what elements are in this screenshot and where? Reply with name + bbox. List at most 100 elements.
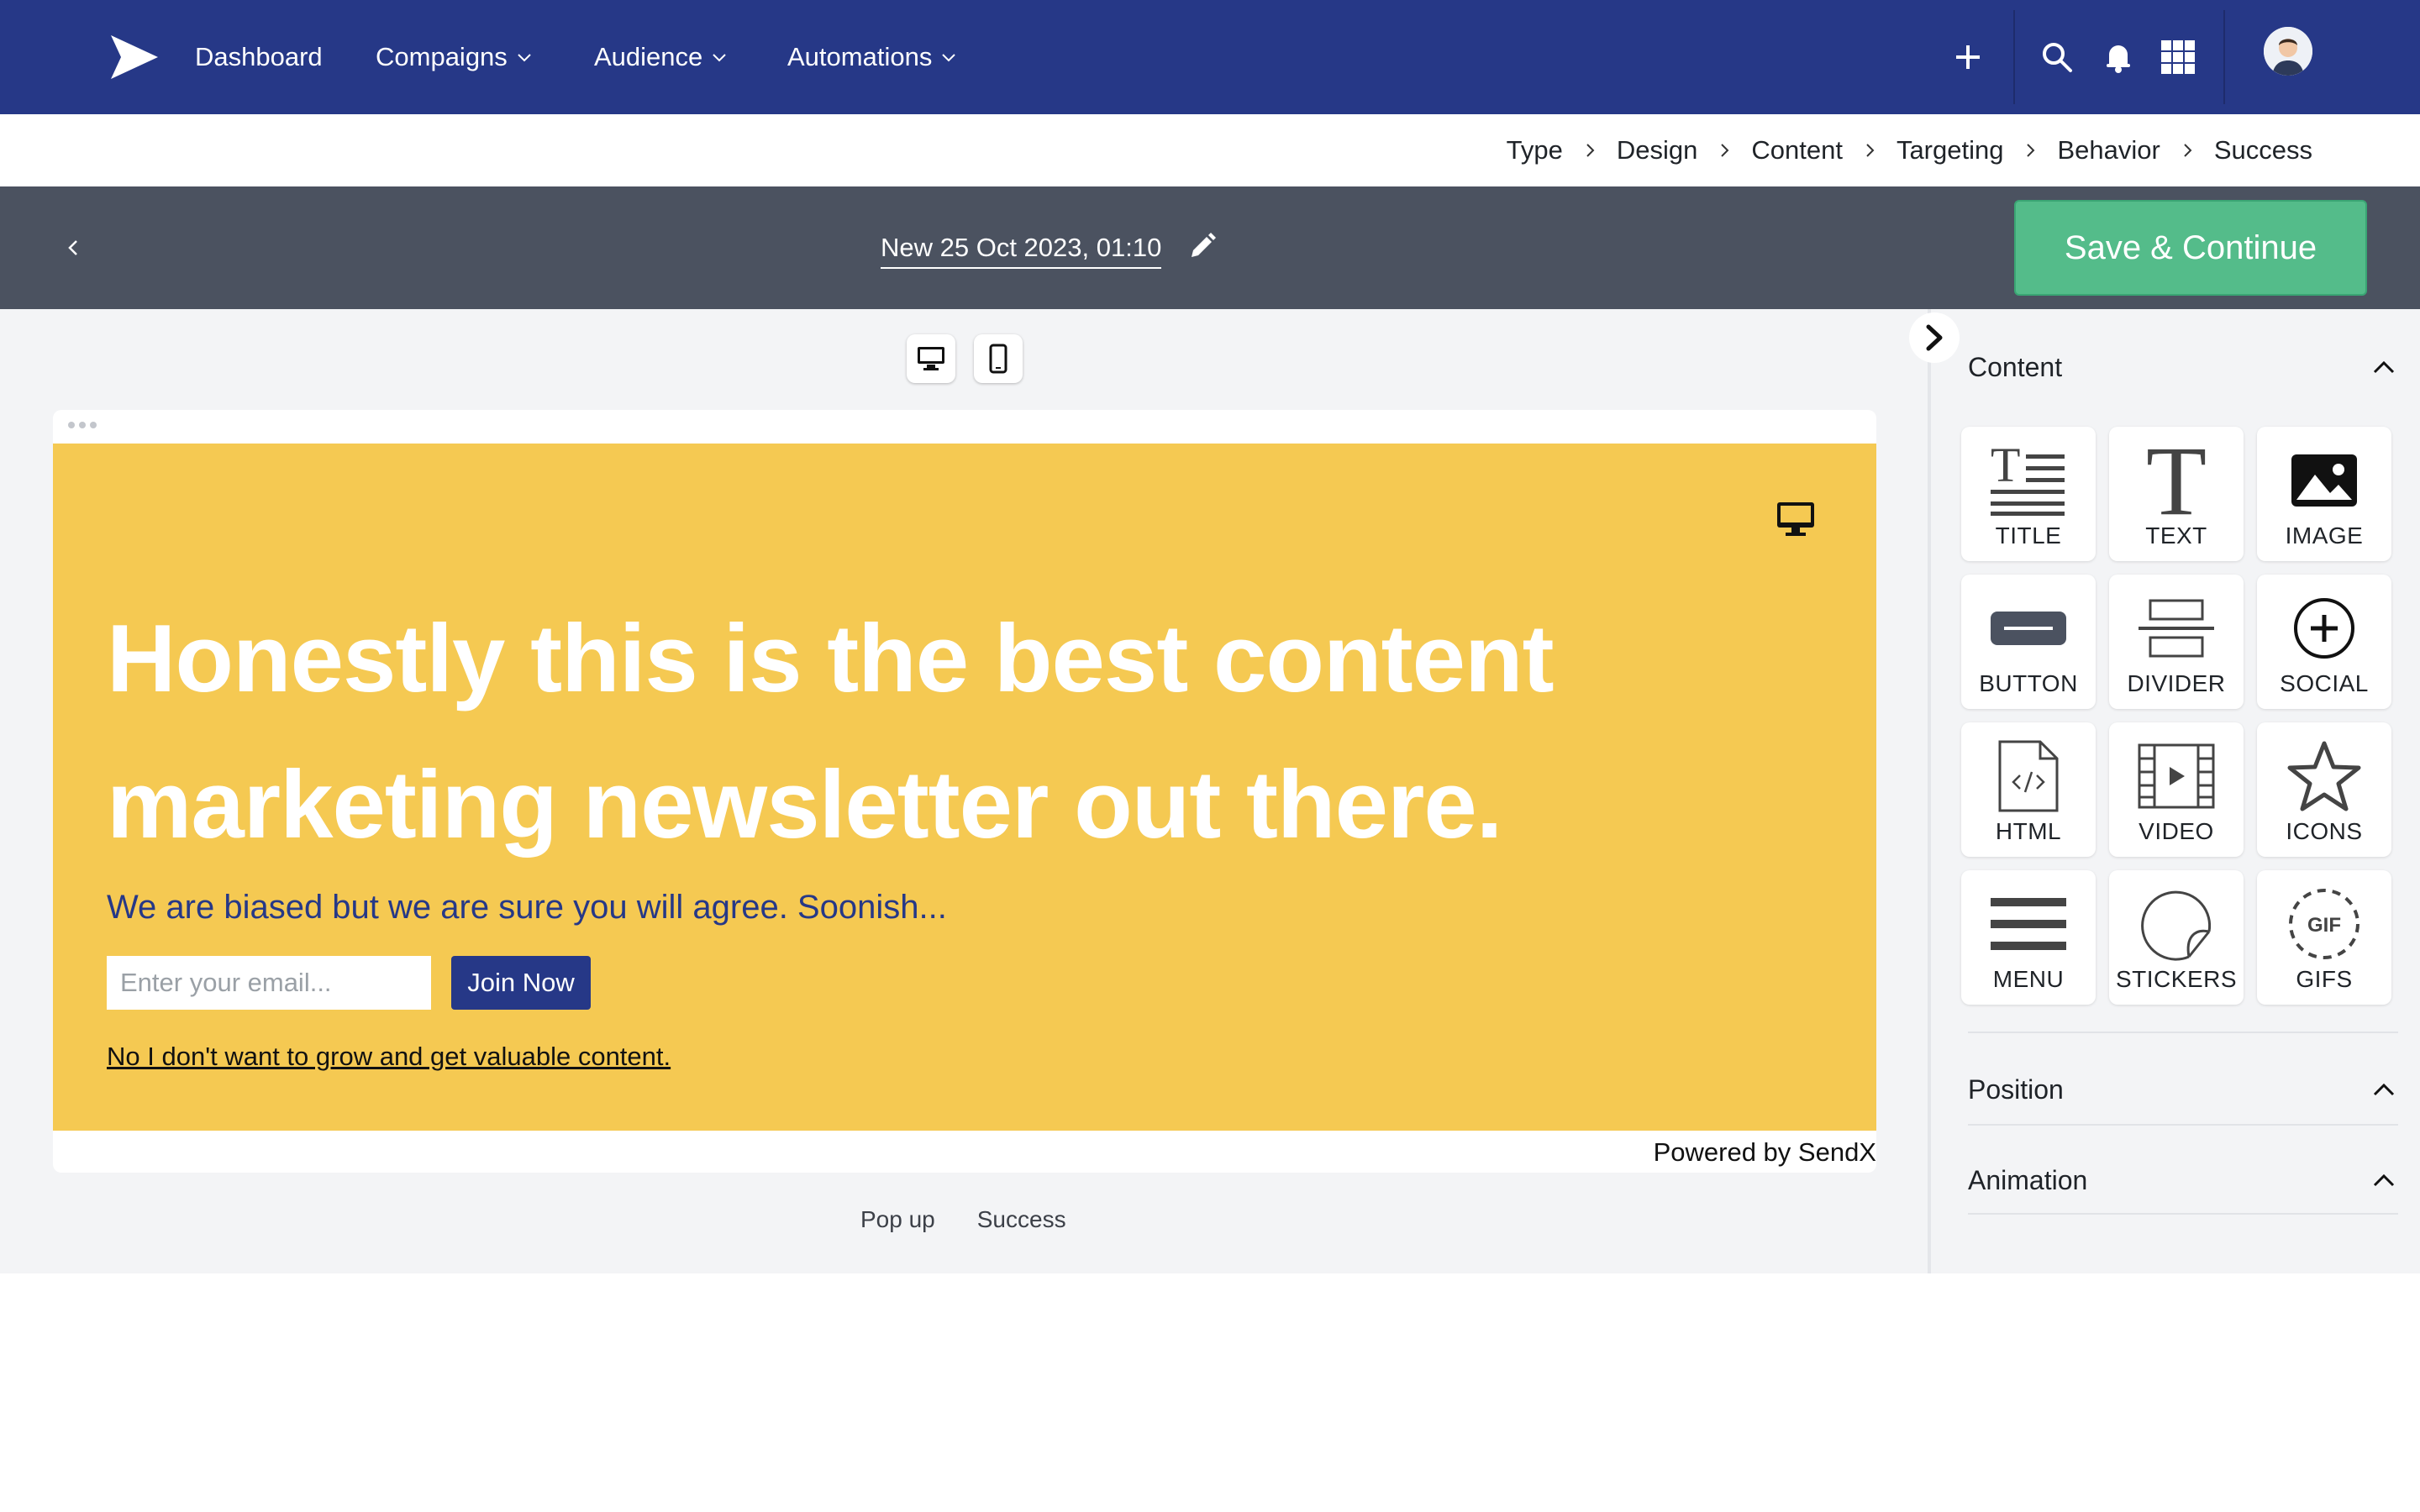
nav-audience[interactable]: Audience xyxy=(594,0,729,114)
bell-icon[interactable] xyxy=(2098,37,2139,77)
nav-divider xyxy=(2013,10,2015,104)
tile-html[interactable]: HTML xyxy=(1961,722,2096,857)
tile-divider[interactable]: DIVIDER xyxy=(2109,575,2244,709)
tile-video[interactable]: VIDEO xyxy=(2109,722,2244,857)
pencil-icon[interactable] xyxy=(1188,232,1217,260)
chevron-right-icon xyxy=(1866,144,1875,157)
position-section-title: Position xyxy=(1968,1074,2064,1105)
content-section-title: Content xyxy=(1968,351,2063,382)
tab-success[interactable]: Success xyxy=(977,1206,1066,1233)
chevron-right-icon xyxy=(1586,144,1595,157)
blocks-panel: Content T TITLE T TEXT IMAGE BUTTON DIVI… xyxy=(1928,309,2420,1273)
tile-label: BUTTON xyxy=(1979,670,2078,696)
breadcrumb-type[interactable]: Type xyxy=(1507,135,1563,165)
video-icon xyxy=(2134,734,2218,818)
html-icon xyxy=(1986,734,2070,818)
desktop-icon[interactable] xyxy=(1776,499,1816,539)
chevron-up-icon xyxy=(2373,360,2395,374)
title-icon: T xyxy=(1986,438,2070,522)
content-section-header[interactable]: Content xyxy=(1968,329,2398,405)
svg-text:GIF: GIF xyxy=(2307,914,2341,937)
nav-campaigns[interactable]: Compaigns xyxy=(376,0,534,114)
plus-icon[interactable] xyxy=(1948,37,1988,77)
nav-dashboard-label: Dashboard xyxy=(195,42,323,71)
breadcrumb-design[interactable]: Design xyxy=(1617,135,1698,165)
tile-stickers[interactable]: STICKERS xyxy=(2109,870,2244,1005)
nav-divider xyxy=(2223,10,2225,104)
menu-icon xyxy=(1986,882,2070,966)
tab-popup[interactable]: Pop up xyxy=(860,1206,935,1233)
page-tabs: Pop up Success xyxy=(860,1206,1066,1233)
breadcrumb-content[interactable]: Content xyxy=(1751,135,1843,165)
tile-label: IMAGE xyxy=(2285,522,2364,549)
tile-title[interactable]: T TITLE xyxy=(1961,427,2096,561)
tile-label: DIVIDER xyxy=(2127,670,2226,696)
tile-label: MENU xyxy=(1992,966,2065,992)
apps-grid-icon[interactable] xyxy=(2158,37,2198,77)
tile-icons[interactable]: ICONS xyxy=(2257,722,2391,857)
star-icon xyxy=(2282,734,2366,818)
chevron-up-icon xyxy=(2373,1173,2395,1187)
back-button[interactable] xyxy=(55,230,91,265)
avatar[interactable] xyxy=(2264,27,2312,76)
nav-dashboard[interactable]: Dashboard xyxy=(195,0,323,114)
tile-label: HTML xyxy=(1995,818,2062,844)
search-icon[interactable] xyxy=(2037,37,2077,77)
desktop-view-button[interactable] xyxy=(907,334,955,383)
collapse-panel-button[interactable] xyxy=(1909,312,1960,363)
editor-header: New 25 Oct 2023, 01:10 Save & Continue xyxy=(0,186,2420,309)
button-icon xyxy=(1986,586,2070,670)
breadcrumb-success[interactable]: Success xyxy=(2214,135,2312,165)
nav-campaigns-label: Compaigns xyxy=(376,42,508,71)
sticker-icon xyxy=(2134,882,2218,966)
position-section-header[interactable]: Position xyxy=(1968,1052,2398,1127)
popup-subheadline[interactable]: We are biased but we are sure you will a… xyxy=(107,889,947,927)
chevron-right-icon xyxy=(2027,144,2035,157)
popup-block[interactable]: Honestly this is the best content market… xyxy=(53,444,1876,1131)
campaign-name-field[interactable]: New 25 Oct 2023, 01:10 xyxy=(881,228,1162,269)
desktop-icon xyxy=(918,347,944,370)
chevron-right-icon xyxy=(2184,144,2192,157)
tile-label: TEXT xyxy=(2145,522,2207,549)
tile-label: SOCIAL xyxy=(2280,670,2369,696)
drag-handle[interactable] xyxy=(68,422,98,432)
tile-label: VIDEO xyxy=(2139,818,2214,844)
tile-gifs[interactable]: GIF GIFS xyxy=(2257,870,2391,1005)
tile-menu[interactable]: MENU xyxy=(1961,870,2096,1005)
animation-section-header[interactable]: Animation xyxy=(1968,1142,2398,1218)
mobile-view-button[interactable] xyxy=(974,334,1023,383)
chevron-right-icon xyxy=(1721,144,1729,157)
breadcrumb-behavior[interactable]: Behavior xyxy=(2057,135,2160,165)
breadcrumb-targeting[interactable]: Targeting xyxy=(1897,135,2004,165)
save-continue-button[interactable]: Save & Continue xyxy=(2014,200,2367,296)
tile-image[interactable]: IMAGE xyxy=(2257,427,2391,561)
chevron-up-icon xyxy=(2373,1083,2395,1096)
sendx-logo[interactable] xyxy=(109,34,160,81)
wizard-breadcrumb: Type Design Content Targeting Behavior S… xyxy=(0,114,2420,186)
chevron-left-icon xyxy=(68,240,77,255)
popup-preview-frame: Honestly this is the best content market… xyxy=(53,410,1876,1173)
tile-label: GIFS xyxy=(2296,966,2353,992)
nav-audience-label: Audience xyxy=(594,42,703,71)
decline-link[interactable]: No I don't want to grow and get valuable… xyxy=(107,1042,671,1072)
gif-icon: GIF xyxy=(2282,882,2366,966)
powered-by-text: Powered by SendX xyxy=(1653,1137,1876,1167)
tile-social[interactable]: SOCIAL xyxy=(2257,575,2391,709)
section-divider xyxy=(1968,1213,2398,1215)
section-divider xyxy=(1968,1032,2398,1033)
tile-label: ICONS xyxy=(2286,818,2363,844)
tile-button[interactable]: BUTTON xyxy=(1961,575,2096,709)
tile-label: TITLE xyxy=(1995,522,2062,549)
text-icon: T xyxy=(2134,438,2218,522)
chevron-down-icon xyxy=(713,54,726,62)
social-icon xyxy=(2282,586,2366,670)
svg-text:T: T xyxy=(2146,440,2207,521)
image-icon xyxy=(2282,438,2366,522)
nav-automations-label: Automations xyxy=(787,42,933,71)
tile-text[interactable]: T TEXT xyxy=(2109,427,2244,561)
popup-headline[interactable]: Honestly this is the best content market… xyxy=(107,586,1703,879)
join-now-button[interactable]: Join Now xyxy=(451,956,591,1010)
nav-automations[interactable]: Automations xyxy=(787,0,959,114)
email-field[interactable] xyxy=(107,956,431,1010)
animation-section-title: Animation xyxy=(1968,1164,2088,1195)
